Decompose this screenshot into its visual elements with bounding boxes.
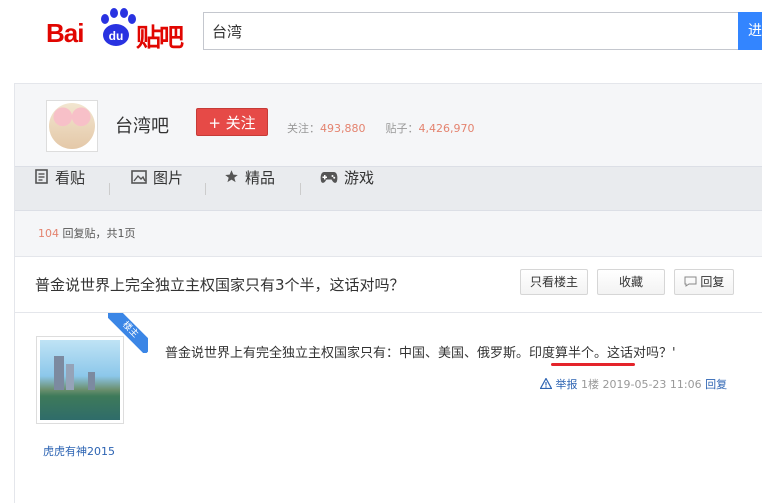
search-box: [203, 12, 738, 50]
followers-label: 关注：: [287, 122, 320, 135]
warning-icon: [539, 377, 553, 390]
comment-icon: [684, 275, 701, 289]
post-meta: 举报 1楼 2019-05-23 11:06 回复: [539, 376, 727, 392]
posts-label: 贴子：: [385, 122, 419, 135]
post-datetime: 2019-05-23 11:06: [602, 378, 702, 391]
tab-kantie[interactable]: 看贴: [34, 167, 85, 210]
tab-featured[interactable]: 精品: [224, 167, 275, 210]
image-icon: [131, 169, 147, 188]
reply-button[interactable]: 回复: [674, 269, 734, 295]
tab-label: 精品: [245, 169, 276, 187]
baidu-paw-icon: du: [99, 8, 136, 48]
forum-name[interactable]: 台湾吧: [115, 112, 169, 138]
star-icon: [224, 169, 239, 188]
forum-header: 台湾吧 + 关注 关注：493,880 贴子：4,426,970: [15, 84, 762, 166]
red-underline-annotation: [551, 363, 635, 366]
reply-summary: 104 回复贴，共1页: [15, 211, 762, 257]
post-content: 普金说世界上有完全独立主权国家只有：中国、美国、俄罗斯。印度算半个。这话对吗？': [165, 346, 676, 361]
tab-images[interactable]: 图片: [131, 167, 183, 210]
reply-button-label: 回复: [700, 275, 725, 289]
posts-count: 4,426,970: [418, 122, 475, 135]
logo-du-text: du: [103, 24, 129, 46]
thread-title: 普金说世界上完全独立主权国家只有3个半，这话对吗？: [35, 276, 405, 294]
report-link[interactable]: 举报: [539, 377, 581, 391]
document-icon: [34, 169, 49, 188]
tab-label: 看贴: [55, 169, 86, 187]
baidu-tieba-logo[interactable]: Bai du 贴吧: [46, 6, 186, 54]
author-name[interactable]: 虎虎有神2015: [43, 443, 115, 459]
only-op-button[interactable]: 只看楼主: [520, 269, 588, 295]
forum-stats: 关注：493,880 贴子：4,426,970: [287, 120, 474, 136]
search-button[interactable]: 进: [738, 12, 762, 50]
follow-button[interactable]: + 关注: [196, 108, 268, 136]
tab-games[interactable]: 游戏: [320, 167, 374, 210]
post-reply-link[interactable]: 回复: [705, 378, 727, 391]
favorite-button[interactable]: 收藏: [597, 269, 665, 295]
top-bar: Bai du 贴吧 进: [0, 0, 762, 70]
author-column: 楼主 虎虎有神2015: [15, 313, 148, 504]
logo-tieba-text: 贴吧: [136, 23, 184, 52]
op-badge: 楼主: [108, 313, 148, 353]
reply-summary-text: 回复贴，共1页: [59, 227, 136, 240]
forum-card: 台湾吧 + 关注 关注：493,880 贴子：4,426,970 看贴 图片 精品: [14, 83, 762, 504]
logo-bai-text: Bai: [46, 18, 84, 48]
followers-count: 493,880: [320, 122, 366, 135]
tab-label: 游戏: [344, 169, 375, 187]
forum-avatar[interactable]: [46, 100, 98, 152]
search-input[interactable]: [204, 13, 738, 49]
reply-count: 104: [38, 227, 59, 240]
floor-number: 1楼: [581, 378, 599, 391]
gamepad-icon: [320, 170, 338, 188]
forum-tabs: 看贴 图片 精品 游戏: [15, 166, 762, 211]
tab-label: 图片: [153, 169, 184, 187]
